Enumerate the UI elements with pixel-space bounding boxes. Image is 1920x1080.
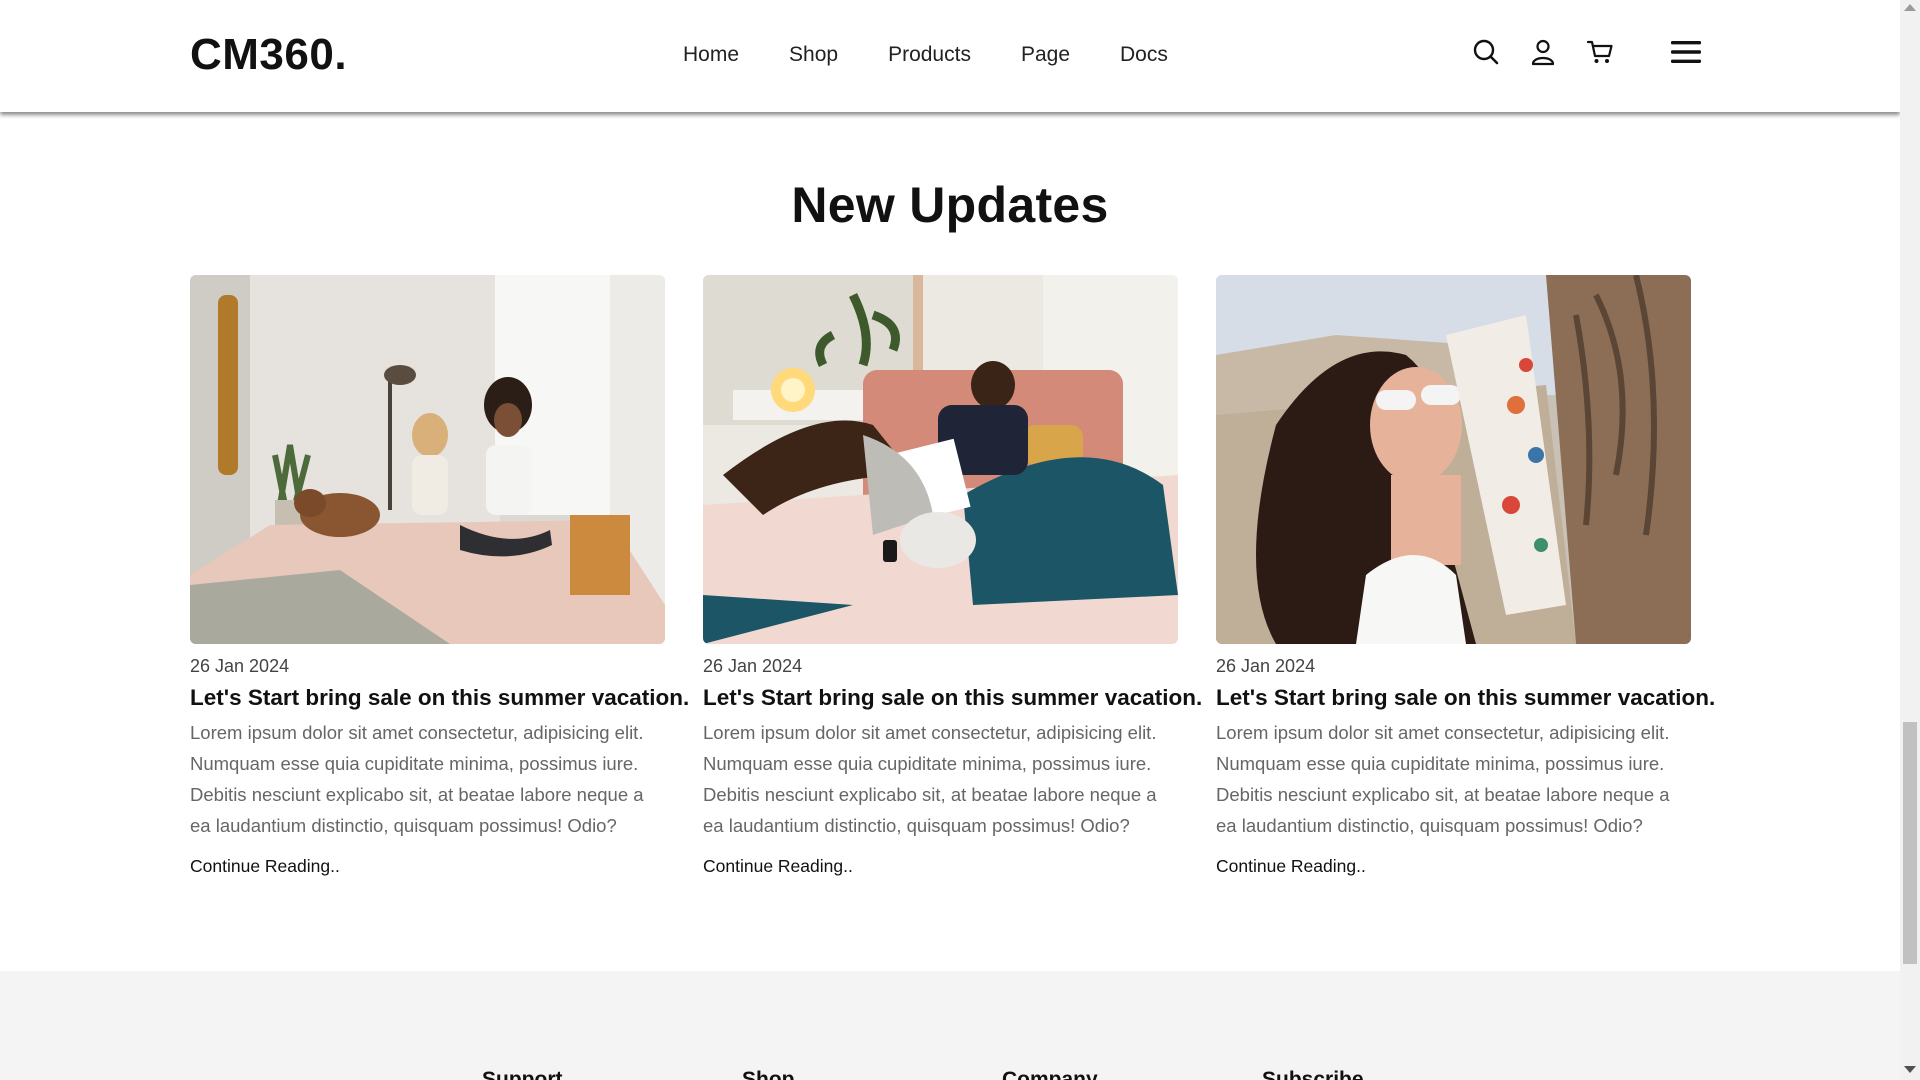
post-excerpt: Lorem ipsum dolor sit amet consectetur, … xyxy=(190,722,644,836)
vertical-scrollbar[interactable] xyxy=(1900,0,1920,1080)
blog-card: 26 Jan 2024 Let's Start bring sale on th… xyxy=(1216,275,1715,877)
site-header: CM360. Home Shop Products Page Docs xyxy=(0,0,1900,112)
nav-shop[interactable]: Shop xyxy=(789,43,838,67)
blog-card-image[interactable] xyxy=(1216,275,1691,644)
post-excerpt: Lorem ipsum dolor sit amet consectetur, … xyxy=(1216,722,1670,836)
scrollbar-thumb[interactable] xyxy=(1903,722,1917,964)
blog-card: 26 Jan 2024 Let's Start bring sale on th… xyxy=(703,275,1202,877)
blog-cards: 26 Jan 2024 Let's Start bring sale on th… xyxy=(190,275,1715,895)
post-date: 26 Jan 2024 xyxy=(703,656,803,676)
post-title[interactable]: Let's Start bring sale on this summer va… xyxy=(703,685,1202,711)
site-logo[interactable]: CM360. xyxy=(190,30,347,80)
page: CM360. Home Shop Products Page Docs New … xyxy=(0,0,1900,1080)
continue-reading-link[interactable]: Continue Reading.. xyxy=(190,856,340,877)
scroll-up-arrow-icon[interactable] xyxy=(1904,4,1916,11)
man-reading-image xyxy=(703,275,1178,644)
post-date: 26 Jan 2024 xyxy=(1216,656,1316,676)
footer-heading-shop: Shop xyxy=(742,1068,795,1080)
blog-card-image[interactable] xyxy=(703,275,1178,644)
scroll-down-arrow-icon[interactable] xyxy=(1904,1066,1916,1073)
site-footer: Support Shop Company Subscribe xyxy=(0,971,1900,1080)
blog-card-image[interactable] xyxy=(190,275,665,644)
hamburger-menu-icon xyxy=(1671,41,1701,63)
cart-button[interactable] xyxy=(1584,36,1616,68)
search-button[interactable] xyxy=(1470,36,1502,68)
nav-home[interactable]: Home xyxy=(683,43,739,67)
post-excerpt: Lorem ipsum dolor sit amet consectetur, … xyxy=(703,722,1157,836)
header-actions xyxy=(1470,36,1641,68)
woman-summer-image xyxy=(1216,275,1691,644)
post-title[interactable]: Let's Start bring sale on this summer va… xyxy=(190,685,689,711)
post-date: 26 Jan 2024 xyxy=(190,656,290,676)
search-icon xyxy=(1473,39,1499,65)
blog-card: 26 Jan 2024 Let's Start bring sale on th… xyxy=(190,275,689,877)
footer-heading-support: Support xyxy=(482,1068,563,1080)
nav-page[interactable]: Page xyxy=(1021,43,1070,67)
friends-on-bed-image xyxy=(190,275,665,644)
account-button[interactable] xyxy=(1527,36,1559,68)
post-title[interactable]: Let's Start bring sale on this summer va… xyxy=(1216,685,1715,711)
continue-reading-link[interactable]: Continue Reading.. xyxy=(1216,856,1366,877)
menu-button[interactable] xyxy=(1670,38,1702,66)
main-nav: Home Shop Products Page Docs xyxy=(683,43,1168,67)
continue-reading-link[interactable]: Continue Reading.. xyxy=(703,856,853,877)
cart-icon xyxy=(1586,40,1613,63)
nav-products[interactable]: Products xyxy=(888,43,971,67)
user-icon xyxy=(1531,39,1555,66)
footer-heading-subscribe: Subscribe xyxy=(1262,1068,1364,1080)
nav-docs[interactable]: Docs xyxy=(1120,43,1168,67)
section-title: New Updates xyxy=(791,177,1109,233)
footer-heading-company: Company xyxy=(1002,1068,1098,1080)
